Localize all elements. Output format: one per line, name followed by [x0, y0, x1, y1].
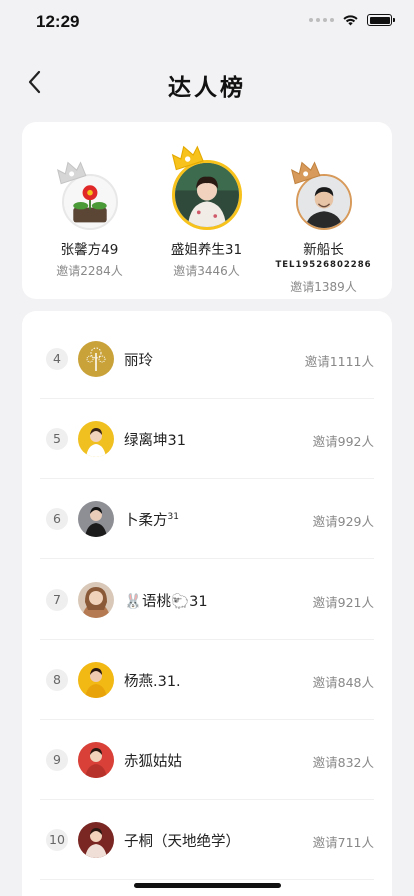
ranking-list: 4 丽玲 邀请1111人 5 绿离坤31 邀请992人 6 卜柔方31 邀请92… — [22, 311, 392, 896]
top-three-card: 张馨方49 邀请2284人 盛姐养生31 邀请3446人 新船长 TEL1952… — [22, 122, 392, 299]
status-icons — [309, 14, 395, 26]
member-name: 子桐（天地绝学） — [124, 834, 240, 850]
podium-invites: 邀请3446人 — [173, 264, 240, 278]
member-name: 🐰语桃🐑31 — [124, 594, 208, 610]
battery-icon — [367, 14, 395, 26]
member-name: 绿离坤31 — [124, 433, 186, 449]
signal-dots-icon — [309, 18, 334, 22]
page-title: 达人榜 — [168, 75, 246, 101]
invite-count: 邀请992人 — [312, 434, 374, 449]
member-name: 卜柔方31 — [124, 512, 179, 529]
avatar — [78, 742, 114, 778]
rank-badge: 4 — [46, 348, 68, 370]
list-item[interactable]: 7 🐰语桃🐑31 邀请921人 — [40, 560, 374, 640]
podium-item-rank-1[interactable]: 盛姐养生31 邀请3446人 — [145, 145, 268, 279]
avatar — [78, 501, 114, 537]
podium-name: 盛姐养生31 — [170, 242, 243, 258]
rank-badge: 7 — [46, 589, 68, 611]
invite-count: 邀请1111人 — [304, 354, 374, 369]
status-time: 12:29 — [36, 12, 80, 31]
podium-name: 新船长 — [303, 242, 344, 258]
rank-badge: 9 — [46, 749, 68, 771]
member-name: 杨燕.31. — [124, 674, 181, 690]
list-item[interactable]: 9 赤狐姑姑 邀请832人 — [40, 720, 374, 800]
invite-count: 邀请921人 — [312, 595, 374, 610]
rank-badge: 5 — [46, 428, 68, 450]
rank-badge: 6 — [46, 508, 68, 530]
podium-name: 张馨方49 — [60, 242, 119, 258]
invite-count: 邀请711人 — [312, 835, 374, 850]
member-name-superscript: 31 — [167, 512, 179, 523]
rank-badge: 10 — [46, 829, 68, 851]
list-item[interactable]: 6 卜柔方31 邀请929人 — [40, 479, 374, 559]
list-item[interactable]: 5 绿离坤31 邀请992人 — [40, 399, 374, 479]
list-item[interactable]: 4 丽玲 邀请1111人 — [40, 319, 374, 399]
status-bar: 12:29 — [0, 0, 414, 44]
nav-header: 达人榜 — [0, 58, 414, 106]
podium-invites: 邀请1389人 — [290, 280, 357, 294]
podium-item-rank-2[interactable]: 张馨方49 邀请2284人 — [28, 161, 151, 279]
list-item[interactable]: 10 子桐（天地绝学） 邀请711人 — [40, 800, 374, 880]
member-name: 丽玲 — [124, 353, 153, 369]
home-indicator[interactable] — [134, 883, 281, 888]
rank-badge: 8 — [46, 669, 68, 691]
invite-count: 邀请848人 — [312, 675, 374, 690]
wifi-icon — [343, 15, 358, 26]
invite-count: 邀请929人 — [312, 514, 374, 529]
avatar — [78, 341, 114, 377]
member-name: 赤狐姑姑 — [124, 754, 182, 770]
podium-tel: TEL19526802286 — [275, 260, 372, 270]
avatar — [78, 822, 114, 858]
list-item[interactable]: 8 杨燕.31. 邀请848人 — [40, 640, 374, 720]
invite-count: 邀请832人 — [312, 755, 374, 770]
avatar — [78, 662, 114, 698]
avatar — [78, 582, 114, 618]
podium-invites: 邀请2284人 — [56, 264, 123, 278]
podium-item-rank-3[interactable]: 新船长 TEL19526802286 邀请1389人 — [262, 161, 385, 295]
avatar — [78, 421, 114, 457]
